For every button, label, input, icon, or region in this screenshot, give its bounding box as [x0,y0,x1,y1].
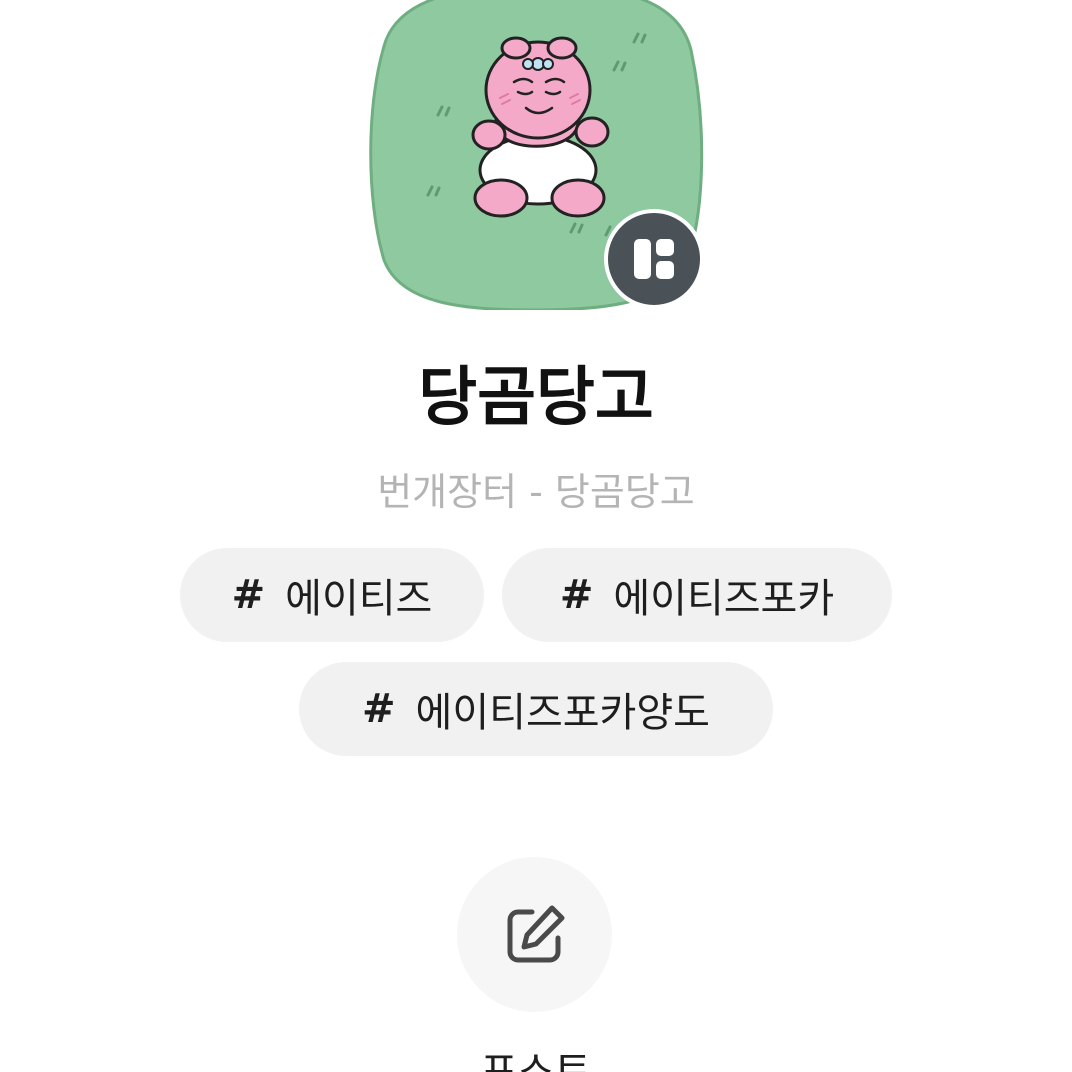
hashtag-chip[interactable]: # 에이티즈포카 [502,548,892,642]
edit-icon [507,905,564,962]
post-button[interactable] [457,857,612,1012]
profile-page: 당곰당고 번개장터 - 당곰당고 # 에이티즈 # 에이티즈포카 # 에이티즈포… [0,0,1072,1072]
hashtag-label: 에이티즈포카양도 [415,690,710,736]
hashtag-label: 에이티즈 [285,576,433,622]
post-label: 포스트 [480,1049,592,1072]
hash-icon: # [362,686,396,732]
hash-icon: # [559,572,594,618]
bunjang-logo-icon [634,239,674,279]
hashtag-chip[interactable]: # 에이티즈포카양도 [299,662,773,756]
hash-icon: # [231,572,266,618]
profile-name: 당곰당고 [418,361,654,435]
hashtag-label: 에이티즈포카 [613,576,835,622]
profile-description: 번개장터 - 당곰당고 [377,470,695,514]
bunjang-logo-badge[interactable] [604,209,704,309]
hashtag-chip[interactable]: # 에이티즈 [180,548,484,642]
